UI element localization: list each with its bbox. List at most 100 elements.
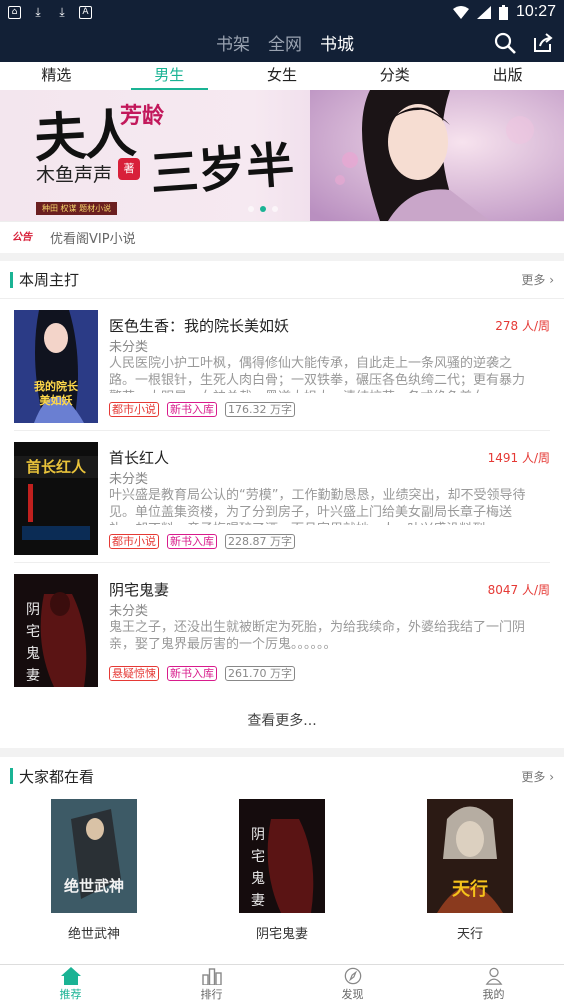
book-cover: 阴 宅 鬼 妻 (14, 574, 98, 687)
nav-mine[interactable]: 我的 (423, 965, 564, 1002)
popular-section: 大家都在看 更多 › 绝世武神 绝世武神 阴 宅 鬼 妻 阴宅鬼妻 天行 天行 (0, 757, 564, 964)
book-cover: 首长红人 (14, 442, 98, 555)
nav-label: 排行 (200, 988, 223, 1001)
wordcount-tag: 261.70 万字 (225, 666, 295, 681)
category-tabs: 精选 男生 女生 分类 出版 (0, 62, 564, 90)
book-item[interactable]: 首长红人 首长红人 1491 人/周 未分类 叶兴盛是教育局公认的“劳模”，工作… (14, 431, 550, 563)
banner-pager (248, 206, 278, 212)
banner-title-age: 芳龄 (120, 104, 165, 129)
nav-discover[interactable]: 发现 (282, 965, 423, 1002)
svg-text:阴: 阴 (251, 827, 265, 843)
status-tag: 新书入库 (167, 666, 217, 681)
tab-whole-web[interactable]: 全网 (268, 30, 302, 55)
svg-text:阴: 阴 (26, 602, 40, 618)
nav-ranking[interactable]: 排行 (141, 965, 282, 1002)
banner-title-part2: 三岁半 (148, 137, 297, 203)
book-category: 未分类 (109, 604, 149, 619)
wordcount-tag: 228.87 万字 (225, 534, 295, 549)
book-readers: 8047 人/周 (487, 583, 550, 597)
tab-bookshelf[interactable]: 书架 (216, 30, 250, 55)
genre-tag: 都市小说 (109, 402, 159, 417)
book-cover: 我的院长 美如妖 (14, 310, 98, 423)
wordcount-tag: 176.32 万字 (225, 402, 295, 417)
svg-text:鬼: 鬼 (251, 871, 265, 887)
banner-ribbon: 种田 权谋 题材小说 (36, 202, 118, 215)
grid-book-title: 阴宅鬼妻 (255, 927, 308, 942)
book-item[interactable]: 我的院长 美如妖 医色生香：我的院长美如妖 278 人/周 未分类 人民医院小护… (14, 299, 550, 431)
book-title: 首长红人 (109, 449, 170, 467)
book-title: 阴宅鬼妻 (109, 581, 170, 599)
svg-text:宅: 宅 (26, 624, 40, 640)
person-icon (485, 967, 502, 985)
grid-book-title: 绝世武神 (67, 927, 120, 942)
genre-tag: 悬疑惊悚 (109, 666, 159, 681)
svg-text:天行: 天行 (452, 878, 488, 900)
grid-book-item[interactable]: 天行 天行 (410, 799, 530, 942)
tab-female[interactable]: 女生 (226, 62, 339, 90)
book-item[interactable]: 阴 宅 鬼 妻 阴宅鬼妻 8047 人/周 未分类 鬼王之子，还没出生就被断定为… (14, 563, 550, 695)
book-description: 叶兴盛是教育局公认的“劳模”，工作勤勤恳恳，业绩突出，却不受领导待见。单位盖集资… (109, 488, 526, 525)
notification-a-icon: A (79, 5, 92, 19)
banner-author: 木鱼声声 (36, 164, 113, 186)
banner-seal: 著 (118, 158, 140, 180)
pager-dot (248, 206, 254, 212)
grid-book-item[interactable]: 阴 宅 鬼 妻 阴宅鬼妻 (222, 799, 342, 942)
svg-text:绝世武神: 绝世武神 (64, 877, 124, 895)
grid-book-item[interactable]: 绝世武神 绝世武神 (34, 799, 154, 942)
book-description: 人民医院小护工叶枫，偶得修仙大能传承，自此走上一条风骚的逆袭之路。一根银针，生死… (109, 356, 526, 393)
svg-text:妻: 妻 (26, 668, 40, 684)
bottom-nav: 推荐 排行 发现 我的 (0, 964, 564, 1002)
see-more-button[interactable]: 查看更多... (0, 695, 564, 745)
svg-text:妻: 妻 (251, 893, 265, 909)
svg-text:首长红人: 首长红人 (26, 458, 87, 476)
signal-icon (476, 5, 491, 19)
app-notification-icon: ⌂ (8, 5, 21, 19)
ranking-icon (201, 968, 222, 985)
book-cover: 阴 宅 鬼 妻 (239, 799, 325, 913)
grid-book-title: 天行 (456, 927, 483, 942)
book-category: 未分类 (109, 340, 149, 355)
tab-publish[interactable]: 出版 (451, 62, 564, 90)
download-icon: ⤓ (35, 4, 41, 19)
promo-banner[interactable]: 夫人 芳龄 三岁半 木鱼声声 著 种田 权谋 题材小说 (0, 90, 564, 221)
search-icon (494, 32, 516, 54)
pager-dot (272, 206, 278, 212)
notice-tag: 公告 (12, 232, 32, 243)
search-button[interactable] (492, 30, 518, 56)
nav-recommend[interactable]: 推荐 (0, 965, 141, 1002)
section-header: 大家都在看 更多 › (0, 757, 564, 795)
book-readers: 278 人/周 (495, 319, 550, 333)
section-title: 本周主打 (19, 271, 80, 289)
share-icon (534, 33, 553, 52)
home-icon (60, 967, 81, 985)
nav-label: 我的 (482, 988, 505, 1001)
book-cover: 绝世武神 (51, 799, 137, 913)
download-icon: ⤓ (59, 4, 65, 19)
nav-label: 发现 (341, 988, 364, 1001)
book-category: 未分类 (109, 472, 149, 487)
more-link[interactable]: 更多 › (521, 271, 554, 288)
share-button[interactable] (530, 30, 556, 56)
svg-text:宅: 宅 (251, 849, 265, 865)
tab-bookstore[interactable]: 书城 (320, 30, 354, 55)
book-description: 鬼王之子，还没出生就被断定为死胎，为给我续命，外婆给我结了一门阴亲，娶了鬼界最厉… (109, 620, 526, 652)
section-accent-bar (10, 768, 13, 784)
svg-text:我的院长: 我的院长 (34, 379, 79, 393)
tab-category[interactable]: 分类 (338, 62, 451, 90)
wifi-icon (452, 5, 469, 19)
more-link[interactable]: 更多 › (521, 768, 554, 785)
svg-text:鬼: 鬼 (26, 646, 40, 662)
section-header: 本周主打 更多 › (0, 261, 564, 299)
section-accent-bar (10, 271, 13, 288)
clock: 10:27 (515, 3, 556, 20)
pager-dot-active (260, 206, 266, 212)
weekly-section: 本周主打 更多 › 我的院长 美如妖 医色生香：我的院长美如妖 278 人/周 … (0, 261, 564, 748)
tab-featured[interactable]: 精选 (0, 62, 113, 90)
banner-portrait-image (310, 90, 564, 221)
book-readers: 1491 人/周 (487, 451, 550, 465)
status-bar: ⌂ ⤓ ⤓ A 10:27 (0, 0, 564, 24)
genre-tag: 都市小说 (109, 534, 159, 549)
notice-bar[interactable]: 公告 优看阁VIP小说 (0, 221, 564, 253)
tab-male[interactable]: 男生 (113, 62, 226, 90)
book-cover: 天行 (427, 799, 513, 913)
